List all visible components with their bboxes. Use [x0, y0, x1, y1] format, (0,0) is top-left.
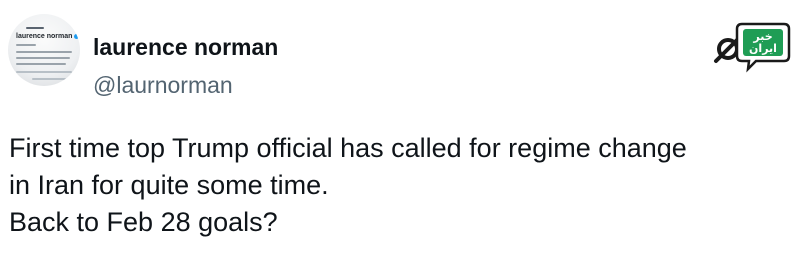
tweet-line: Back to Feb 28 goals? — [9, 207, 278, 237]
author-name[interactable]: laurence norman — [93, 36, 278, 59]
avatar-mini-title: laurence norman — [16, 33, 80, 40]
logo-text-bottom: ایران — [749, 42, 777, 55]
author-handle[interactable]: @laurnorman — [93, 74, 233, 97]
chat-bubble-logo-icon: خبر ایران — [712, 18, 792, 74]
tweet-text: First time top Trump official has called… — [9, 130, 789, 241]
avatar[interactable]: laurence norman — [8, 14, 80, 86]
tweet-line: in Iran for quite some time. — [9, 170, 329, 200]
tweet-line: First time top Trump official has called… — [9, 133, 687, 163]
